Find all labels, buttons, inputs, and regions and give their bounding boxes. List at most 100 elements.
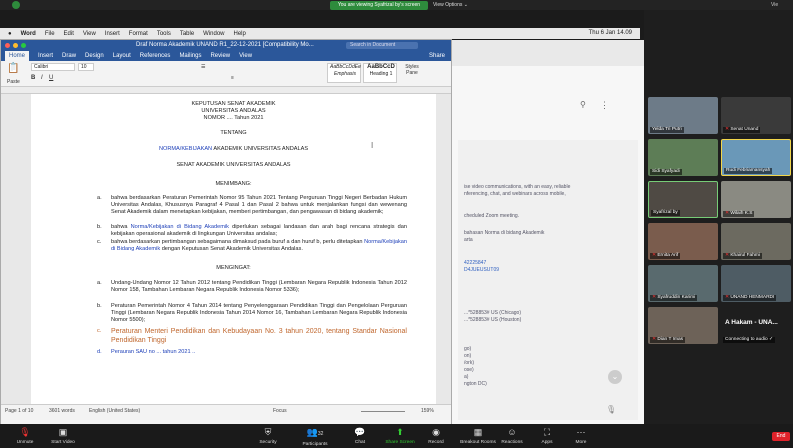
participant-tile[interactable]: ✕ Ernita Arif — [648, 223, 718, 260]
document-page[interactable]: KEPUTUSAN SENAT AKADEMIK UNIVERSITAS AND… — [31, 94, 436, 404]
participant-tile[interactable]: ✕ Khairul Fahmi — [721, 223, 791, 260]
participant-tile[interactable]: Rudi Febriamansyah — [721, 139, 791, 176]
participants-button[interactable]: 👥32 Participants — [290, 427, 340, 447]
participant-tile[interactable]: ✕ Dian T Imas — [648, 307, 718, 344]
minimize-icon[interactable] — [13, 43, 18, 48]
doc-tentang: TENTANG — [220, 130, 247, 136]
text-run: dengan Keputusan Senat Akademik Universi… — [160, 246, 303, 252]
text-run: Norma/Kebijakan di Bidang Akademik — [130, 224, 229, 230]
participant-tile[interactable]: A Hakam - UNA... Connecting to audio ✓ — [721, 307, 791, 344]
end-button[interactable]: End — [772, 432, 790, 441]
participant-tile[interactable]: ✕ Syafruddin Karimi — [648, 265, 718, 302]
menubar-clock: Thu 6 Jan 14.09 — [588, 30, 632, 36]
tab-review[interactable]: Review — [210, 51, 230, 61]
mac-menubar: ● Word File Edit View Insert Format Tool… — [0, 28, 640, 39]
text-cursor-icon: I — [371, 141, 374, 150]
font-name-select[interactable]: Calibri — [31, 63, 75, 71]
toolbar-label: Unmute — [16, 440, 34, 445]
more-button[interactable]: ⋯ More — [556, 427, 606, 445]
participant-tile[interactable]: Yelda Tri Putri — [648, 97, 718, 134]
shield-icon[interactable] — [12, 1, 20, 9]
styles-pane-button[interactable]: Styles Pane — [403, 64, 421, 76]
language[interactable]: English (United States) — [89, 408, 140, 414]
window-controls[interactable] — [5, 43, 26, 48]
participant-name: ✕ Ernita Arif — [650, 253, 681, 259]
toolbar-label: Apps — [541, 440, 553, 445]
participant-gallery: Yelda Tri Putri ✕ Senat Unand Sidi Syafy… — [644, 10, 793, 424]
close-icon[interactable] — [5, 43, 10, 48]
menu-file: File — [44, 30, 55, 37]
tab-insert[interactable]: Insert — [38, 51, 53, 61]
underline-button[interactable]: U — [49, 75, 53, 81]
tab-mailings[interactable]: Mailings — [179, 51, 201, 61]
maximize-icon[interactable] — [21, 43, 26, 48]
doc-norma-rest: AKADEMIK UNIVERSITAS ANDALAS — [212, 146, 309, 152]
dial-line: go) — [464, 346, 472, 352]
list-label: c. — [97, 328, 102, 334]
dial-line: ngton DC) — [464, 381, 487, 387]
meeting-id[interactable]: 42225847 — [464, 260, 486, 266]
invite-line: arta — [464, 237, 473, 243]
doc-mengingat-a: Undang-Undang Nomor 12 Tahun 2012 tentan… — [111, 280, 407, 293]
doc-mengingat-b: Peraturan Pemerintah Nomor 4 Tahun 2014 … — [111, 303, 407, 323]
start-video-button[interactable]: ▣ Start Video — [38, 427, 88, 445]
doc-heading: UNIVERSITAS ANDALAS — [201, 108, 266, 114]
menu-edit: Edit — [63, 30, 74, 37]
search-document-input[interactable]: Search in Document — [346, 42, 418, 49]
menu-app-name: Word — [20, 30, 36, 37]
zoom-slider[interactable] — [361, 411, 405, 412]
text-run: bahwa — [111, 224, 131, 230]
view-options-button[interactable]: View Options ⌄ — [433, 1, 468, 10]
italic-button[interactable]: I — [41, 75, 43, 81]
invite-line: bahasan Norma di bidang Akademik — [464, 230, 545, 236]
toolbar-label: More — [575, 440, 587, 445]
style-heading1[interactable]: AaBbCcD Heading 1 — [363, 63, 397, 83]
dial-line: /ork) — [464, 360, 474, 366]
tab-draw[interactable]: Draw — [62, 51, 76, 61]
doc-menimbang: MENIMBANG: — [215, 181, 252, 187]
participant-name: Yelda Tri Putri — [650, 127, 684, 133]
chevron-down-icon[interactable]: ⌄ — [608, 370, 622, 384]
tab-design[interactable]: Design — [85, 51, 104, 61]
style-label: Heading 1 — [369, 71, 393, 77]
tab-view[interactable]: View — [239, 51, 252, 61]
tab-home[interactable]: Home — [5, 51, 30, 61]
text-run: bahwa berdasarkan pertimbangan sebagaima… — [111, 239, 365, 245]
list-label: a. — [97, 280, 102, 286]
view-button[interactable]: Vie — [771, 1, 778, 10]
dial-line: on) — [464, 353, 472, 359]
bold-button[interactable]: B — [31, 75, 35, 81]
dial-line: ...*528853# US (Houston) — [464, 317, 522, 323]
list-label: b. — [97, 303, 102, 309]
tab-references[interactable]: References — [140, 51, 171, 61]
paste-icon[interactable]: 📋 — [7, 63, 19, 74]
menu-insert: Insert — [104, 30, 120, 37]
share-button[interactable]: Share — [429, 51, 445, 61]
participant-tile[interactable]: ✕ Wilaih K.S — [721, 181, 791, 218]
list-icon[interactable]: ☰ — [201, 64, 213, 72]
font-size-select[interactable]: 10 — [78, 63, 94, 71]
participant-tile[interactable]: ✕ Senat Unand — [721, 97, 791, 134]
audio-status: Connecting to audio ✓ — [723, 337, 776, 343]
security-button[interactable]: ⛨ Security — [243, 427, 293, 445]
focus-button[interactable]: Focus — [273, 408, 287, 414]
participant-name: ✕ Dian T Imas — [650, 337, 686, 343]
microphone-icon[interactable]: 🎙 — [606, 405, 616, 414]
participant-name: Syafrizal by — [651, 210, 680, 216]
meeting-passcode[interactable]: D4JUEUSUT09 — [464, 267, 499, 273]
doc-paragraph-a: bahwa berdasarkan Peraturan Pemerintah N… — [111, 195, 407, 215]
apple-icon: ● — [8, 30, 12, 37]
participant-name: A Hakam - UNA... — [725, 319, 778, 326]
toolbar-label: Reactions — [501, 440, 523, 445]
menu-table: Table — [179, 30, 195, 37]
tab-layout[interactable]: Layout — [113, 51, 131, 61]
menu-window: Window — [203, 30, 225, 37]
list-label: a. — [97, 195, 102, 201]
align-icon[interactable]: ≡ — [231, 75, 234, 81]
ribbon-tabs: Home Insert Draw Design Layout Reference… — [1, 51, 451, 61]
participant-tile[interactable]: ✕ UNAND HENMARDI — [721, 265, 791, 302]
style-label: Emphasis — [334, 71, 356, 77]
participant-tile[interactable]: Sidi Syafyadi — [648, 139, 718, 176]
participant-tile[interactable]: Syafrizal by — [648, 181, 718, 218]
style-emphasis[interactable]: AaBbCcDdEe Emphasis — [327, 63, 361, 83]
